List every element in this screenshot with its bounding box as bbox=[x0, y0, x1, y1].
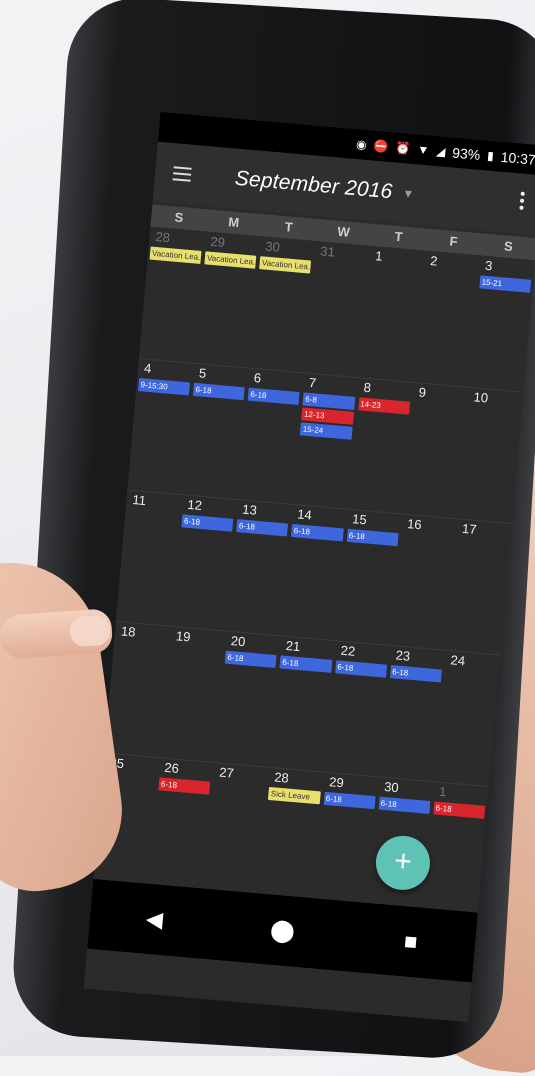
day-number[interactable]: 4 bbox=[143, 360, 152, 376]
overflow-menu-icon[interactable] bbox=[519, 191, 527, 210]
day-number[interactable]: 5 bbox=[198, 365, 207, 381]
day-number[interactable]: 14 bbox=[297, 506, 313, 522]
dnd-icon: ⛔ bbox=[373, 138, 390, 154]
day-number[interactable]: 16 bbox=[407, 516, 423, 532]
day-number[interactable]: 8 bbox=[363, 380, 372, 396]
day-number[interactable]: 19 bbox=[175, 628, 191, 644]
day-number[interactable]: 29 bbox=[329, 774, 345, 790]
day-number[interactable]: 7 bbox=[308, 375, 317, 391]
event-chip[interactable]: 6-18 bbox=[323, 791, 376, 810]
event-chip[interactable]: 6-18 bbox=[224, 650, 277, 669]
day-number[interactable]: 29 bbox=[210, 234, 226, 250]
home-icon[interactable]: ⬤ bbox=[261, 916, 303, 945]
day-number[interactable]: 26 bbox=[164, 760, 180, 776]
day-number[interactable]: 9 bbox=[418, 384, 427, 400]
day-number[interactable]: 20 bbox=[230, 633, 246, 649]
location-icon: ◉ bbox=[355, 137, 368, 152]
event-chip[interactable]: Vacation Lea.. bbox=[149, 246, 202, 264]
battery-icon: ▮ bbox=[486, 148, 495, 164]
event-chip[interactable]: 9-15:30 bbox=[138, 378, 191, 396]
event-chip[interactable]: 15-21 bbox=[479, 275, 532, 293]
day-number[interactable]: 2 bbox=[430, 253, 439, 269]
day-number[interactable]: 3 bbox=[485, 258, 494, 274]
signal-icon: ◢ bbox=[435, 144, 446, 159]
day-number[interactable]: 12 bbox=[187, 497, 203, 513]
day-number[interactable]: 30 bbox=[384, 779, 400, 795]
day-number[interactable]: 6 bbox=[253, 370, 262, 386]
day-number[interactable]: 28 bbox=[155, 229, 171, 245]
day-number[interactable]: 18 bbox=[120, 623, 136, 639]
event-chip[interactable]: 6-18 bbox=[247, 387, 300, 406]
event-chip[interactable]: 6-18 bbox=[378, 796, 431, 814]
day-number[interactable]: 1 bbox=[375, 248, 384, 264]
day-number[interactable]: 21 bbox=[285, 638, 301, 654]
event-chip[interactable]: 15-24 bbox=[300, 422, 353, 440]
event-chip[interactable]: 6-18 bbox=[236, 519, 289, 537]
recents-icon[interactable]: ■ bbox=[390, 927, 432, 956]
clock: 10:37 bbox=[500, 148, 535, 168]
event-chip[interactable]: Sick Leave bbox=[268, 786, 321, 805]
battery-percent: 93% bbox=[451, 144, 481, 163]
day-number[interactable]: 23 bbox=[395, 647, 411, 663]
event-chip[interactable]: 6-18 bbox=[291, 523, 344, 542]
event-chip[interactable]: 6-18 bbox=[279, 655, 332, 673]
wifi-icon: ▼ bbox=[416, 142, 430, 158]
event-chip[interactable]: 6-18 bbox=[158, 777, 211, 795]
fingernail bbox=[69, 614, 111, 648]
day-number[interactable]: 13 bbox=[242, 502, 258, 518]
event-chip[interactable]: Vacation Lea.. bbox=[259, 256, 312, 274]
event-chip[interactable]: 14-23 bbox=[357, 397, 410, 415]
event-chip[interactable]: 6-18 bbox=[389, 665, 442, 683]
phone-screen: ◉ ⛔ ⏰ ▼ ◢ 93% ▮ 10:37 September 2016 ▼ S… bbox=[83, 111, 535, 1023]
event-chip[interactable]: 6-18 bbox=[181, 514, 234, 532]
day-number[interactable]: 30 bbox=[265, 239, 281, 255]
event-chip[interactable]: 6-18 bbox=[334, 660, 387, 678]
back-icon[interactable]: ◀ bbox=[133, 905, 175, 934]
dropdown-caret-icon[interactable]: ▼ bbox=[402, 186, 415, 201]
day-number[interactable]: 28 bbox=[274, 769, 290, 785]
event-chip[interactable]: 6-18 bbox=[433, 801, 486, 819]
day-number[interactable]: 31 bbox=[320, 243, 336, 259]
event-chip[interactable]: 6-18 bbox=[192, 382, 246, 401]
phone-frame: ◉ ⛔ ⏰ ▼ ◢ 93% ▮ 10:37 September 2016 ▼ S… bbox=[9, 0, 535, 1062]
hamburger-menu-icon[interactable] bbox=[172, 158, 208, 191]
day-number[interactable]: 1 bbox=[438, 784, 447, 800]
day-number[interactable]: 10 bbox=[473, 389, 489, 405]
day-number[interactable]: 27 bbox=[219, 765, 235, 781]
event-chip[interactable]: 6-18 bbox=[346, 528, 399, 547]
day-number[interactable]: 22 bbox=[340, 643, 356, 659]
month-grid: 28 29 30 31 1 2 3 Vacation Lea.. Vacation Lea.. V… bbox=[91, 226, 535, 937]
day-number[interactable]: 24 bbox=[450, 652, 466, 668]
day-number[interactable]: 17 bbox=[462, 521, 478, 537]
alarm-icon: ⏰ bbox=[394, 140, 411, 156]
day-number[interactable]: 11 bbox=[132, 492, 147, 508]
day-number[interactable]: 15 bbox=[352, 511, 368, 527]
month-title[interactable]: September 2016 bbox=[234, 167, 393, 205]
event-chip[interactable]: Vacation Lea.. bbox=[204, 251, 257, 269]
